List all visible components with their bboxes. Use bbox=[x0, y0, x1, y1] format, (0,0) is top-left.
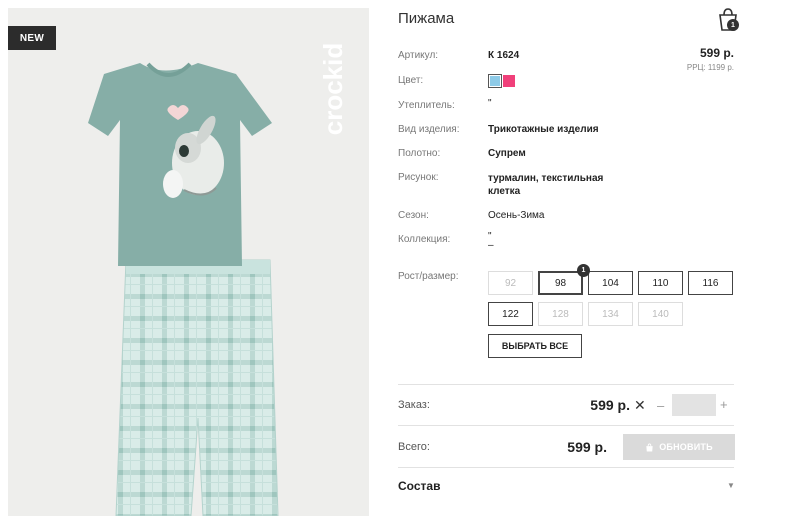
article-label: Артикул: bbox=[398, 50, 439, 61]
brand-logo-text: crockid bbox=[318, 43, 348, 136]
collection-value: " – bbox=[488, 231, 494, 251]
remove-icon[interactable]: ✕ bbox=[634, 397, 646, 414]
color-swatch-blue[interactable] bbox=[488, 74, 502, 88]
product-type-label: Вид изделия: bbox=[398, 124, 460, 135]
size-option-110[interactable]: 110 bbox=[638, 271, 683, 295]
season-label: Сезон: bbox=[398, 210, 429, 221]
rrp-price: РРЦ: 1199 р. bbox=[686, 63, 734, 72]
collection-label: Коллекция: bbox=[398, 234, 451, 245]
fabric-label: Полотно: bbox=[398, 148, 441, 159]
size-option-104[interactable]: 104 bbox=[588, 271, 633, 295]
print-label: Рисунок: bbox=[398, 172, 439, 183]
size-option-92: 92 bbox=[488, 271, 533, 295]
order-price: 599 р. bbox=[590, 397, 630, 413]
order-label: Заказ: bbox=[398, 399, 430, 411]
divider bbox=[398, 425, 734, 426]
update-button-label: ОБНОВИТЬ bbox=[659, 442, 713, 452]
size-option-98[interactable]: 98 bbox=[538, 271, 583, 295]
insulation-value: " bbox=[488, 98, 492, 109]
color-label: Цвет: bbox=[398, 75, 424, 86]
article-value: К 1624 bbox=[488, 50, 520, 61]
brand-logo: crockid bbox=[318, 43, 348, 136]
product-price: 599 р. bbox=[699, 46, 734, 60]
select-all-button[interactable]: ВЫБРАТЬ ВСЕ bbox=[488, 334, 582, 358]
product-title: Пижама bbox=[398, 10, 455, 27]
update-button[interactable]: ОБНОВИТЬ bbox=[623, 434, 735, 460]
divider bbox=[398, 384, 734, 385]
decrease-quantity-button[interactable]: – bbox=[657, 398, 664, 413]
cart-count-badge: 1 bbox=[727, 19, 739, 31]
product-photo[interactable] bbox=[8, 8, 369, 516]
pajama-image bbox=[88, 62, 279, 516]
chevron-down-icon[interactable]: ▼ bbox=[727, 481, 735, 490]
total-label: Всего: bbox=[398, 441, 430, 453]
size-option-134: 134 bbox=[588, 302, 633, 326]
increase-quantity-button[interactable]: + bbox=[720, 397, 728, 412]
insulation-label: Утеплитель: bbox=[398, 100, 455, 111]
size-option-122[interactable]: 122 bbox=[488, 302, 533, 326]
bag-icon bbox=[646, 442, 653, 452]
composition-toggle[interactable]: Состав bbox=[398, 479, 440, 493]
size-count-badge: 1 bbox=[577, 264, 590, 277]
color-swatch-pink[interactable] bbox=[503, 75, 515, 87]
divider bbox=[398, 467, 734, 468]
total-price: 599 р. bbox=[567, 439, 607, 455]
size-option-140: 140 bbox=[638, 302, 683, 326]
season-value: Осень-Зима bbox=[488, 210, 545, 221]
size-option-116[interactable]: 116 bbox=[688, 271, 733, 295]
quantity-input[interactable] bbox=[672, 394, 716, 416]
size-label: Рост/размер: bbox=[398, 271, 459, 282]
print-value: турмалин, текстильная клетка bbox=[488, 173, 604, 197]
fabric-value: Супрем bbox=[488, 148, 526, 159]
new-badge: NEW bbox=[8, 26, 56, 50]
size-option-128: 128 bbox=[538, 302, 583, 326]
product-type-value: Трикотажные изделия bbox=[488, 124, 599, 135]
